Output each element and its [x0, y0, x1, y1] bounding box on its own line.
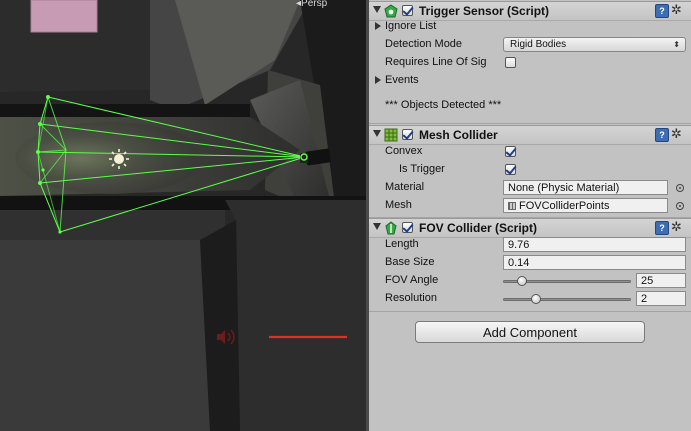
help-book-icon[interactable]: ?	[655, 4, 669, 18]
resolution-field[interactable]: 2	[636, 291, 686, 306]
material-object-field[interactable]: None (Physic Material)	[503, 180, 668, 195]
is-trigger-label: Is Trigger	[399, 163, 445, 175]
help-book-icon[interactable]: ?	[655, 128, 669, 142]
component-divider	[369, 123, 691, 124]
ignore-list-label[interactable]: Ignore List	[385, 18, 436, 34]
fov-angle-label: FOV Angle	[385, 274, 439, 286]
detection-mode-dropdown[interactable]: Rigid Bodies ⬍	[503, 37, 686, 52]
length-value: 9.76	[508, 239, 530, 251]
requires-line-of-sight-label: Requires Line Of Sig	[385, 56, 487, 68]
fov-angle-value: 25	[641, 275, 654, 287]
fov-angle-field[interactable]: 25	[636, 273, 686, 288]
events-foldout-icon[interactable]	[375, 76, 381, 84]
collapse-arrow-icon[interactable]	[373, 130, 381, 137]
object-picker-icon[interactable]	[676, 202, 684, 210]
convex-checkbox[interactable]	[505, 146, 516, 157]
scene-canvas[interactable]	[0, 0, 366, 431]
component-divider	[369, 311, 691, 312]
detection-mode-value: Rigid Bodies	[510, 39, 567, 50]
add-component-button[interactable]: Add Component	[415, 321, 645, 343]
trigger-sensor-title: Trigger Sensor (Script)	[419, 4, 550, 18]
material-value: None (Physic Material)	[508, 182, 620, 194]
fov-collider-title: FOV Collider (Script)	[419, 221, 538, 235]
collapse-arrow-icon[interactable]	[373, 6, 381, 13]
object-picker-icon[interactable]	[676, 184, 684, 192]
mesh-collider-header[interactable]: Mesh Collider ? ✲	[369, 125, 691, 145]
scene-view[interactable]: ◂Persp	[0, 0, 366, 431]
mesh-asset-icon	[508, 202, 516, 210]
base-size-field[interactable]: 0.14	[503, 255, 686, 270]
resolution-value: 2	[641, 293, 648, 305]
length-label: Length	[385, 238, 419, 250]
fov-collider-enabled-checkbox[interactable]	[402, 222, 413, 233]
camera-mode-label[interactable]: ◂Persp	[296, 0, 327, 9]
mesh-collider-icon	[384, 128, 398, 142]
material-label: Material	[385, 181, 425, 193]
add-component-label: Add Component	[483, 325, 577, 340]
floor-slab-right	[225, 200, 366, 431]
camera-mode-text: Persp	[301, 0, 328, 9]
mesh-label: Mesh	[385, 199, 412, 211]
base-size-label: Base Size	[385, 256, 435, 268]
resolution-slider-track[interactable]	[503, 298, 631, 301]
objects-detected-label: *** Objects Detected ***	[385, 99, 502, 111]
inspector-panel: Trigger Sensor (Script) ? ✲ Ignore List …	[369, 0, 691, 431]
collapse-arrow-icon[interactable]	[373, 223, 381, 230]
mesh-collider-enabled-checkbox[interactable]	[402, 129, 413, 140]
gear-icon[interactable]: ✲	[671, 220, 682, 234]
events-label[interactable]: Events	[385, 72, 419, 88]
detection-mode-label: Detection Mode	[385, 38, 463, 50]
convex-label: Convex	[385, 145, 423, 157]
length-field[interactable]: 9.76	[503, 237, 686, 252]
trigger-sensor-enabled-checkbox[interactable]	[402, 5, 413, 16]
gear-icon[interactable]: ✲	[671, 127, 682, 141]
pink-cube[interactable]	[30, 0, 98, 33]
fov-angle-slider-thumb[interactable]	[517, 276, 527, 286]
base-size-value: 0.14	[508, 257, 530, 269]
help-book-icon[interactable]: ?	[655, 221, 669, 235]
mesh-collider-title: Mesh Collider	[419, 128, 498, 142]
mesh-object-field[interactable]: FOVColliderPoints	[503, 198, 668, 213]
mesh-value: FOVColliderPoints	[519, 200, 610, 212]
fov-collider-icon	[385, 221, 397, 235]
point-light-icon[interactable]	[109, 149, 129, 169]
fov-collider-header[interactable]: FOV Collider (Script) ? ✲	[369, 218, 691, 238]
requires-line-of-sight-checkbox[interactable]	[505, 57, 516, 68]
gear-icon[interactable]: ✲	[671, 3, 682, 17]
dropdown-arrows-icon: ⬍	[673, 40, 680, 49]
is-trigger-checkbox[interactable]	[505, 164, 516, 175]
script-sensor-icon	[384, 4, 398, 18]
corridor-top-edge	[0, 104, 250, 118]
resolution-label: Resolution	[385, 292, 437, 304]
resolution-slider-thumb[interactable]	[531, 294, 541, 304]
floor-slab-left	[0, 210, 225, 245]
floor-slab-bottom	[0, 240, 210, 431]
ignore-list-foldout-icon[interactable]	[375, 22, 381, 30]
